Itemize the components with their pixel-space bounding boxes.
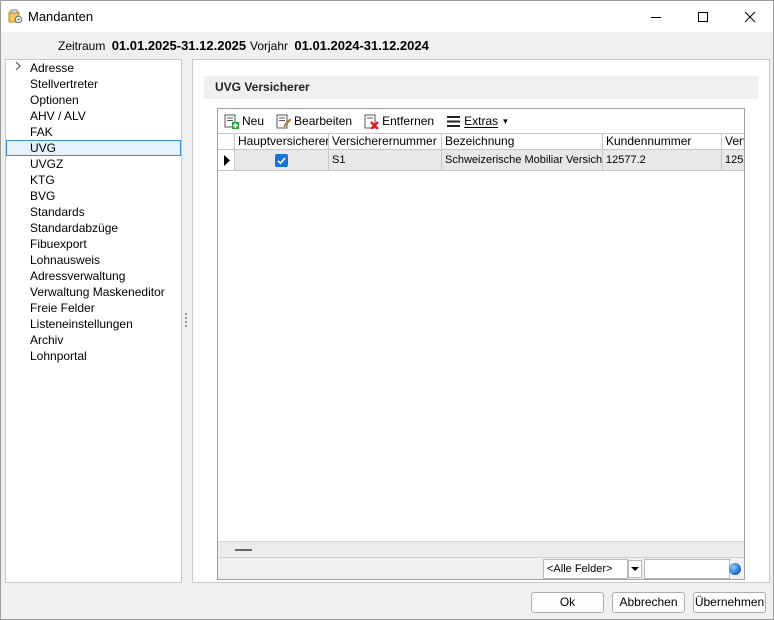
ok-button[interactable]: Ok	[531, 592, 604, 613]
window-title: Mandanten	[28, 9, 94, 24]
apply-button[interactable]: Übernehmen	[693, 592, 766, 613]
sidebar-item-label: Fibuexport	[30, 237, 87, 251]
cell-vert[interactable]: 125	[722, 150, 744, 171]
sidebar-item-label: AHV / ALV	[30, 109, 86, 123]
column-header-vert[interactable]: Vert	[722, 133, 744, 150]
sidebar-item-standards[interactable]: Standards	[6, 204, 181, 220]
app-icon	[7, 8, 23, 24]
cell-versicherernummer[interactable]: S1	[329, 150, 442, 171]
new-button[interactable]: Neu	[220, 111, 268, 131]
sidebar-item-standardabzüge[interactable]: Standardabzüge	[6, 220, 181, 236]
period-label: Zeitraum	[58, 39, 106, 53]
sidebar-item-bvg[interactable]: BVG	[6, 188, 181, 204]
sidebar-item-lohnportal[interactable]: Lohnportal	[6, 348, 181, 364]
sidebar-item-label: Freie Felder	[30, 301, 95, 315]
mandanten-window: Mandanten Zeitraum 01.01.2025-31.12.2025…	[0, 0, 774, 620]
current-row-arrow-icon	[224, 155, 230, 166]
close-icon	[744, 11, 756, 22]
field-filter-dropdown[interactable]	[628, 560, 642, 578]
prev-period-value: 01.01.2024-31.12.2024	[294, 38, 429, 53]
new-label: Neu	[242, 114, 265, 128]
hauptversicherer-checkbox[interactable]	[275, 154, 288, 167]
sidebar-item-label: BVG	[30, 189, 56, 203]
cancel-button[interactable]: Abbrechen	[612, 592, 685, 613]
cell-kundennummer[interactable]: 12577.2	[603, 150, 722, 171]
sidebar-item-stellvertreter[interactable]: Stellvertreter	[6, 76, 181, 92]
sidebar-item-label: Standardabzüge	[30, 221, 119, 235]
sidebar-item-optionen[interactable]: Optionen	[6, 92, 181, 108]
period-previous: Vorjahr 01.01.2024-31.12.2024	[250, 38, 429, 53]
edit-label: Bearbeiten	[294, 114, 353, 128]
sidebar-item-listeneinstellungen[interactable]: Listeneinstellungen	[6, 316, 181, 332]
sidebar-item-label: UVGZ	[30, 157, 64, 171]
sidebar-item-label: Listeneinstellungen	[30, 317, 133, 331]
content-panel: UVG Versicherer Neu Bearbeiten Entfernen…	[192, 59, 770, 583]
chevron-down-icon: ▾	[503, 115, 508, 126]
sidebar-item-label: Lohnausweis	[30, 253, 101, 267]
sidebar-item-label: Adressverwaltung	[30, 269, 126, 283]
sidebar-item-label: Adresse	[30, 61, 75, 75]
sidebar-item-label: Standards	[30, 205, 85, 219]
cell-bezeichnung[interactable]: Schweizerische Mobiliar Versicherung	[442, 150, 603, 171]
search-input[interactable]	[644, 559, 730, 579]
grid-footer	[218, 541, 744, 557]
splitter-handle[interactable]	[185, 313, 188, 329]
search-globe-icon[interactable]	[729, 563, 741, 575]
sidebar-item-label: UVG	[30, 141, 57, 155]
row-selector-header	[218, 133, 235, 150]
grid-toolbar: Neu Bearbeiten Entfernen Extras ▾	[218, 109, 744, 133]
sidebar-item-ahv-alv[interactable]: AHV / ALV	[6, 108, 181, 124]
remove-button[interactable]: Entfernen	[360, 111, 438, 131]
column-header-versicherernummer[interactable]: Versicherernummer	[329, 133, 442, 150]
sidebar-item-label: FAK	[30, 125, 53, 139]
title-bar[interactable]: Mandanten	[1, 1, 773, 32]
sidebar-item-ktg[interactable]: KTG	[6, 172, 181, 188]
edit-button[interactable]: Bearbeiten	[272, 111, 356, 131]
navigation-tree[interactable]: Adresse Stellvertreter Optionen AHV / ALV FA…	[5, 59, 182, 583]
sidebar-item-label: KTG	[30, 173, 55, 187]
sidebar-item-adressverwaltung[interactable]: Adressverwaltung	[6, 268, 181, 284]
sidebar-item-uvgz[interactable]: UVGZ	[6, 156, 181, 172]
remove-label: Entfernen	[382, 114, 435, 128]
sidebar-item-adresse[interactable]: Adresse	[6, 60, 181, 76]
close-button[interactable]	[727, 1, 773, 32]
new-icon	[224, 114, 239, 129]
period-value: 01.01.2025-31.12.2025	[111, 38, 247, 53]
period-current: Zeitraum 01.01.2025-31.12.2025	[58, 38, 246, 53]
field-filter-combo[interactable]: <Alle Felder>	[543, 559, 628, 579]
sidebar-item-uvg[interactable]: UVG	[6, 140, 181, 156]
chevron-down-icon	[631, 567, 639, 571]
remove-icon	[364, 114, 379, 129]
minimize-button[interactable]	[633, 1, 679, 32]
menu-icon	[447, 115, 461, 127]
maximize-button[interactable]	[680, 1, 726, 32]
chevron-right-icon[interactable]	[14, 61, 22, 77]
sidebar-item-label: Verwaltung Maskeneditor	[30, 285, 165, 299]
sidebar-item-fibuexport[interactable]: Fibuexport	[6, 236, 181, 252]
edit-icon	[276, 114, 292, 128]
row-indicator[interactable]	[218, 150, 235, 171]
column-header-hauptversicherer[interactable]: Hauptversicherer	[235, 133, 329, 150]
extras-label: Extras	[464, 114, 499, 128]
sidebar-item-lohnausweis[interactable]: Lohnausweis	[6, 252, 181, 268]
sidebar-item-verwaltung-maskeneditor[interactable]: Verwaltung Maskeneditor	[6, 284, 181, 300]
sidebar-item-label: Archiv	[30, 333, 64, 347]
checkmark-icon	[277, 157, 286, 165]
sidebar-item-fak[interactable]: FAK	[6, 124, 181, 140]
section-title: UVG Versicherer	[204, 76, 758, 99]
prev-period-label: Vorjahr	[250, 39, 289, 53]
insurer-grid: Neu Bearbeiten Entfernen Extras ▾ Hauptv…	[217, 108, 745, 580]
column-header-bezeichnung[interactable]: Bezeichnung	[442, 133, 603, 150]
sidebar-item-label: Lohnportal	[30, 349, 87, 363]
filter-bar: <Alle Felder>	[218, 557, 744, 579]
extras-button[interactable]: Extras ▾	[442, 111, 512, 131]
sidebar-item-freie-felder[interactable]: Freie Felder	[6, 300, 181, 316]
sidebar-item-label: Optionen	[30, 93, 79, 107]
sidebar-item-label: Stellvertreter	[30, 77, 99, 91]
footer-separator	[235, 549, 252, 551]
sidebar-item-archiv[interactable]: Archiv	[6, 332, 181, 348]
column-header-kundennummer[interactable]: Kundennummer	[603, 133, 722, 150]
table-row[interactable]	[235, 150, 329, 171]
